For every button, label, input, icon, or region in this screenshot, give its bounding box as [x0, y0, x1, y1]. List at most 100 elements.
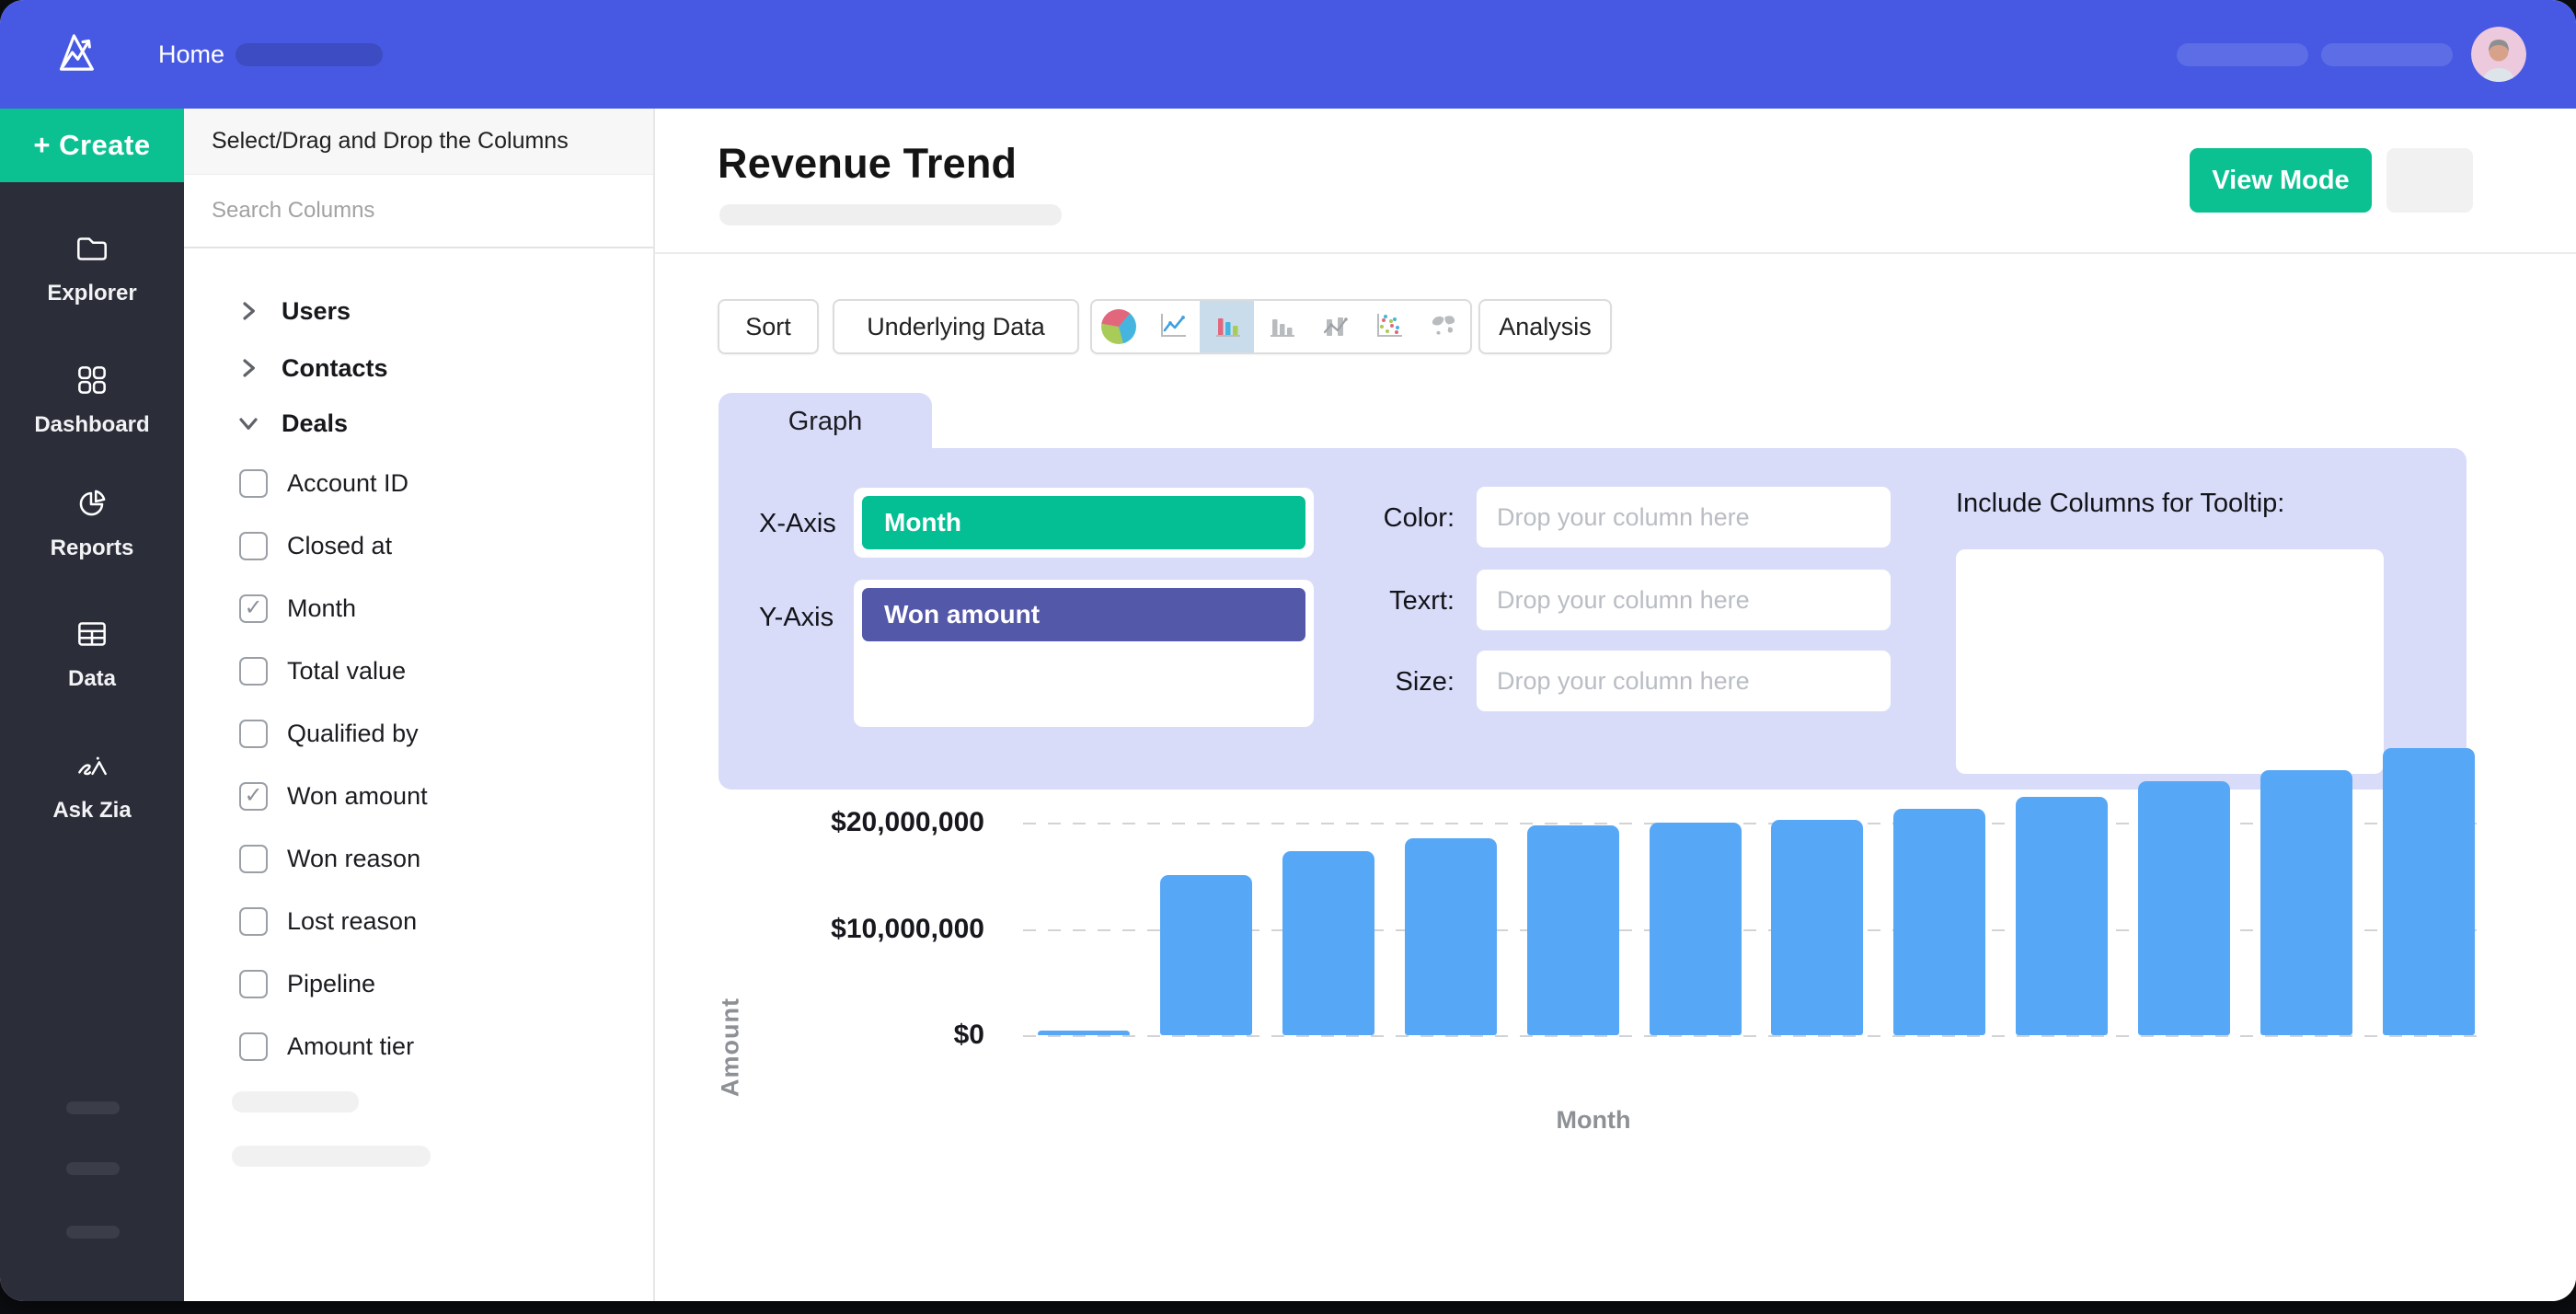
sidebar-item-ask-zia[interactable]: Ask Zia: [0, 741, 184, 829]
view-mode-button[interactable]: View Mode: [2190, 148, 2372, 213]
divider: [655, 252, 2576, 254]
color-dropzone[interactable]: Drop your column here: [1477, 487, 1891, 548]
sidebar-placeholder: [66, 1101, 120, 1114]
bar[interactable]: [2016, 797, 2108, 1035]
bar[interactable]: [1405, 838, 1497, 1035]
pie-chart-icon: [1101, 309, 1136, 344]
checkbox-checked[interactable]: [239, 782, 268, 811]
column-item-amount-tier[interactable]: Amount tier: [184, 1024, 653, 1068]
y-tick-label: $20,000,000: [747, 807, 984, 838]
checkbox-unchecked[interactable]: [239, 469, 268, 498]
tooltip-columns-label: Include Columns for Tooltip:: [1956, 489, 2284, 519]
sidebar: + Create Explorer Dashboard Reports Data Ask…: [0, 109, 184, 1301]
chart-type-scatter-chart-icon[interactable]: [1363, 301, 1417, 352]
bar[interactable]: [2383, 748, 2475, 1035]
bar[interactable]: [1160, 875, 1252, 1035]
x-axis-column-chip[interactable]: Month: [862, 496, 1305, 549]
topbar: Home: [0, 0, 2576, 109]
reports-icon: [73, 484, 111, 527]
analytics-logo-icon[interactable]: [48, 26, 101, 83]
column-item-label: Closed at: [287, 532, 392, 560]
scatter-chart-icon: [1372, 307, 1407, 347]
underlying-data-button[interactable]: Underlying Data: [833, 299, 1079, 354]
column-item-won-reason[interactable]: Won reason: [184, 836, 653, 881]
checkbox-unchecked[interactable]: [239, 720, 268, 748]
panel-placeholder: [232, 1146, 431, 1167]
page-title: Revenue Trend: [718, 140, 1017, 188]
bar[interactable]: [1771, 820, 1863, 1035]
column-item-month[interactable]: Month: [184, 586, 653, 630]
column-item-label: Total value: [287, 657, 406, 686]
chart-type-combo-chart-icon[interactable]: [1308, 301, 1363, 352]
sidebar-item-explorer[interactable]: Explorer: [0, 224, 184, 312]
bar-chart: Month $0$10,000,000$20,000,000: [1023, 823, 2486, 1035]
sort-button[interactable]: Sort: [718, 299, 819, 354]
text-dropzone[interactable]: Drop your column here: [1477, 570, 1891, 630]
dashboard-icon: [73, 361, 111, 404]
chevron-right-icon[interactable]: [237, 357, 259, 379]
bar[interactable]: [1650, 823, 1742, 1035]
tree-node-contacts[interactable]: Contacts: [184, 346, 653, 390]
column-item-account-id[interactable]: Account ID: [184, 461, 653, 505]
sidebar-placeholder: [66, 1226, 120, 1239]
column-item-label: Qualified by: [287, 720, 419, 748]
column-item-pipeline[interactable]: Pipeline: [184, 962, 653, 1006]
checkbox-unchecked[interactable]: [239, 907, 268, 936]
main-content: Revenue Trend View Mode Sort Underlying …: [655, 109, 2576, 1301]
combo-chart-icon: [1317, 307, 1352, 347]
bar[interactable]: [1282, 851, 1374, 1035]
bar[interactable]: [1038, 1031, 1130, 1035]
checkbox-unchecked[interactable]: [239, 532, 268, 560]
checkbox-checked[interactable]: [239, 594, 268, 623]
column-item-qualified-by[interactable]: Qualified by: [184, 711, 653, 755]
gridline: [1023, 1035, 2486, 1037]
bar-series: [1038, 731, 2475, 1035]
chart-y-axis-title: Amount: [712, 937, 749, 1158]
bar[interactable]: [1527, 825, 1619, 1035]
columns-panel: Select/Drag and Drop the Columns UsersCo…: [184, 109, 655, 1301]
tree-node-deals[interactable]: Deals: [184, 401, 653, 445]
column-item-total-value[interactable]: Total value: [184, 649, 653, 693]
chart-type-line-chart-icon[interactable]: [1146, 301, 1201, 352]
sidebar-item-data[interactable]: Data: [0, 609, 184, 697]
tab-home[interactable]: Home: [158, 0, 224, 109]
checkbox-unchecked[interactable]: [239, 1032, 268, 1061]
column-item-closed-at[interactable]: Closed at: [184, 524, 653, 568]
column-item-label: Won amount: [287, 782, 428, 811]
sidebar-item-dashboard[interactable]: Dashboard: [0, 355, 184, 444]
sidebar-item-label: Dashboard: [34, 412, 149, 438]
chart-type-bar-chart-icon[interactable]: [1200, 301, 1254, 352]
checkbox-unchecked[interactable]: [239, 970, 268, 998]
y-axis-column-chip[interactable]: Won amount: [862, 588, 1305, 641]
tab-graph[interactable]: Graph: [719, 393, 932, 450]
analysis-button[interactable]: Analysis: [1478, 299, 1612, 354]
checkbox-unchecked[interactable]: [239, 845, 268, 873]
chevron-right-icon[interactable]: [237, 300, 259, 322]
x-axis-label: X-Axis: [759, 509, 836, 539]
sidebar-placeholder: [66, 1162, 120, 1175]
column-item-label: Account ID: [287, 469, 408, 498]
chart-type-map-chart-icon[interactable]: [1416, 301, 1470, 352]
x-axis-dropzone[interactable]: Month: [854, 488, 1314, 558]
app-window: Home + Create Explorer Dashboard Reports Da…: [0, 0, 2576, 1301]
size-dropzone[interactable]: Drop your column here: [1477, 651, 1891, 711]
y-axis-dropzone[interactable]: Won amount: [854, 580, 1314, 727]
y-axis-label: Y-Axis: [759, 603, 834, 633]
tree-node-label: Contacts: [282, 354, 388, 383]
column-item-lost-reason[interactable]: Lost reason: [184, 899, 653, 943]
sidebar-item-reports[interactable]: Reports: [0, 478, 184, 567]
sidebar-item-label: Ask Zia: [52, 798, 131, 824]
chevron-down-icon[interactable]: [237, 412, 259, 434]
checkbox-unchecked[interactable]: [239, 657, 268, 686]
search-columns-input[interactable]: [212, 198, 634, 224]
bar[interactable]: [2260, 770, 2352, 1035]
tree-node-users[interactable]: Users: [184, 289, 653, 333]
create-button[interactable]: + Create: [0, 109, 184, 182]
search-columns-row: [184, 175, 653, 248]
bar[interactable]: [1893, 809, 1985, 1035]
avatar[interactable]: [2471, 27, 2526, 82]
chart-type-column-chart-icon[interactable]: [1254, 301, 1308, 352]
column-item-won-amount[interactable]: Won amount: [184, 774, 653, 818]
bar[interactable]: [2138, 781, 2230, 1035]
chart-type-pie-chart-icon[interactable]: [1092, 301, 1146, 352]
